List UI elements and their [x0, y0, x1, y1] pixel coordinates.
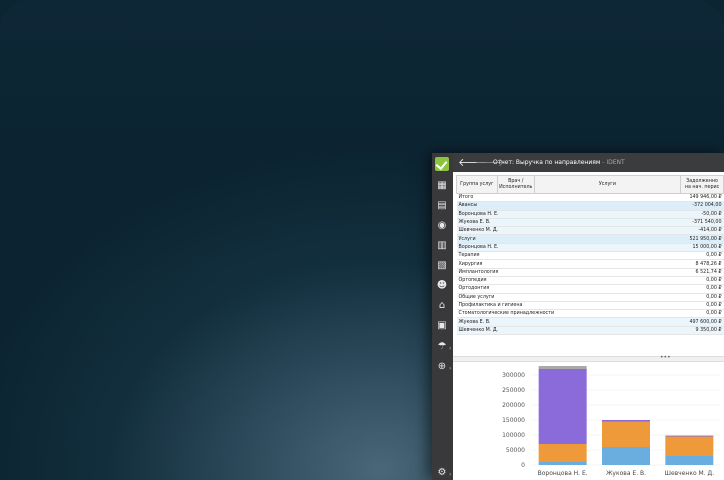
- y-tick-label: 250000: [502, 387, 525, 394]
- insurance-icon[interactable]: ☂: [435, 340, 449, 354]
- col-header-debt[interactable]: Задолженно на нач. перис: [680, 175, 724, 194]
- table-row[interactable]: Шевченко М. Д. -414,00 ₽: [456, 226, 724, 236]
- reports-icon[interactable]: ▧: [435, 259, 449, 273]
- y-tick-label: 0: [521, 462, 525, 469]
- bar-segment: [602, 447, 650, 465]
- report-content: Группа услуг Врач / Исполнитель Услуги З…: [453, 172, 724, 480]
- chevron-right-icon: ›: [449, 345, 452, 352]
- table-row[interactable]: Стоматологические принадлежности 0,00 ₽: [456, 309, 724, 319]
- documents-icon[interactable]: ▣: [435, 319, 449, 333]
- report-table: Группа услуг Врач / Исполнитель Услуги З…: [456, 175, 724, 336]
- row-value: 0,00 ₽: [680, 276, 724, 286]
- row-label: Стоматологические принадлежности: [456, 309, 681, 319]
- row-value: 9 350,00 ₽: [680, 326, 724, 336]
- chevron-right-icon: ›: [449, 471, 452, 478]
- row-value: 521 950,00 ₽: [680, 234, 724, 244]
- schedule-icon[interactable]: ▦: [435, 179, 449, 193]
- row-value: 149 946,00 ₽: [680, 193, 724, 203]
- row-label: Ортопедия: [456, 276, 681, 286]
- row-label: Терапия: [456, 251, 681, 261]
- row-label: Жукова Е. В.: [456, 317, 681, 327]
- row-label: Авансы: [456, 201, 681, 211]
- row-value: 8 478,26 ₽: [680, 259, 724, 269]
- row-label: Ортодонтия: [456, 284, 681, 294]
- table-row[interactable]: Хирургия 8 478,26 ₽: [456, 259, 724, 269]
- bar-segment: [538, 366, 587, 369]
- y-tick-label: 300000: [502, 372, 525, 379]
- row-value: 0,00 ₽: [680, 293, 724, 302]
- finance-icon[interactable]: ◉: [435, 219, 449, 233]
- table-row[interactable]: Авансы -372 004,00: [456, 201, 724, 211]
- x-tick-label: Шевченко М. Д.: [665, 470, 715, 477]
- search-money-icon[interactable]: ⊕: [435, 360, 449, 374]
- bar-segment: [538, 369, 587, 444]
- row-value: -372 004,00: [680, 201, 724, 211]
- sidebar: ▦ ▤ ◉ ▥ ▧ ☻ ⌂ ▣ ☂ › ⊕ › ⚙ ›: [432, 153, 453, 480]
- row-label: Хирургия: [456, 259, 681, 269]
- col-header-doctor[interactable]: Врач / Исполнитель: [496, 175, 535, 194]
- table-row[interactable]: Воронцова Н. Е. 15 000,00 ₽: [456, 243, 724, 253]
- row-label: Воронцова Н. Е.: [456, 210, 681, 219]
- table-row[interactable]: Имплантология 6 521,74 ₽: [456, 268, 724, 277]
- row-label: Жукова Е. В.: [456, 218, 681, 228]
- revenue-chart: 0 50000 100000 150000 200000 250000 300000 Воро…: [502, 366, 721, 477]
- table-row[interactable]: Профилактика и гигиена 0,00 ₽: [456, 301, 724, 311]
- row-value: 15 000,00 ₽: [680, 243, 724, 253]
- row-value: 0,00 ₽: [680, 301, 724, 311]
- row-value: 0,00 ₽: [680, 284, 724, 294]
- row-value: 497 600,00 ₽: [680, 317, 724, 327]
- background-shade: [0, 0, 724, 120]
- col-header-services[interactable]: Услуги: [533, 175, 682, 194]
- app-window: ▦ ▤ ◉ ▥ ▧ ☻ ⌂ ▣ ☂ › ⊕ › ⚙ › 🡐 🡒 Отчет: В…: [432, 153, 724, 480]
- table-row[interactable]: Ортопедия 0,00 ₽: [456, 276, 724, 286]
- tooth-icon[interactable]: ⌂: [435, 299, 449, 313]
- row-label: Услуги: [456, 234, 681, 244]
- table-row[interactable]: Шевченко М. Д. 9 350,00 ₽: [456, 326, 724, 336]
- table-row[interactable]: Воронцова Н. Е. -50,00 ₽: [456, 210, 724, 219]
- col-header-group[interactable]: Группа услуг: [456, 175, 498, 194]
- row-label: Воронцова Н. Е.: [456, 243, 681, 253]
- row-label: Шевченко М. Д.: [456, 326, 681, 336]
- bar-segment: [665, 435, 714, 437]
- bar-segment: [665, 436, 714, 456]
- x-tick-label: Жукова Е. В.: [606, 470, 646, 477]
- table-row[interactable]: Терапия 0,00 ₽: [456, 251, 724, 261]
- table-row[interactable]: Жукова Е. В. -371 540,00: [456, 218, 724, 228]
- row-value: 0,00 ₽: [680, 309, 724, 319]
- row-label: Шевченко М. Д.: [456, 226, 681, 236]
- row-label: Общие услуги: [456, 293, 681, 302]
- row-value: 6 521,74 ₽: [680, 268, 724, 277]
- bar-segment: [538, 444, 587, 462]
- table-row[interactable]: Общие услуги 0,00 ₽: [456, 293, 724, 302]
- checkmark-logo-icon[interactable]: [435, 157, 449, 171]
- y-tick-label: 150000: [502, 417, 525, 424]
- bar-segment: [602, 421, 650, 447]
- row-value: -371 540,00: [680, 218, 724, 228]
- row-label: Итого: [456, 193, 681, 203]
- cash-register-icon[interactable]: ▥: [435, 239, 449, 253]
- row-value: 0,00 ₽: [680, 251, 724, 261]
- row-value: -50,00 ₽: [680, 210, 724, 219]
- row-label: Профилактика и гигиена: [456, 301, 681, 311]
- table-row[interactable]: Жукова Е. В. 497 600,00 ₽: [456, 317, 724, 327]
- bar-segment: [602, 420, 650, 422]
- row-value: -414,00 ₽: [680, 226, 724, 236]
- y-tick-label: 100000: [502, 432, 525, 439]
- staff-icon[interactable]: ☻: [435, 279, 449, 293]
- bar-segment: [538, 462, 587, 465]
- table-row[interactable]: Итого 149 946,00 ₽: [456, 193, 724, 203]
- bar-segment: [665, 456, 714, 465]
- x-tick-label: Воронцова Н. Е.: [538, 470, 588, 477]
- y-tick-label: 50000: [506, 447, 525, 454]
- settings-gear-icon[interactable]: ⚙: [435, 466, 449, 480]
- table-row[interactable]: Услуги 521 950,00 ₽: [456, 234, 724, 244]
- window-title: Отчет: Выручка по направлениям - IDENT: [493, 159, 625, 166]
- patient-card-icon[interactable]: ▤: [435, 199, 449, 213]
- table-row[interactable]: Ортодонтия 0,00 ₽: [456, 284, 724, 294]
- y-tick-label: 200000: [502, 402, 525, 409]
- row-label: Имплантология: [456, 268, 681, 277]
- title-bar: 🡐 🡒 Отчет: Выручка по направлениям - IDE…: [453, 153, 724, 172]
- chevron-right-icon: ›: [449, 365, 452, 372]
